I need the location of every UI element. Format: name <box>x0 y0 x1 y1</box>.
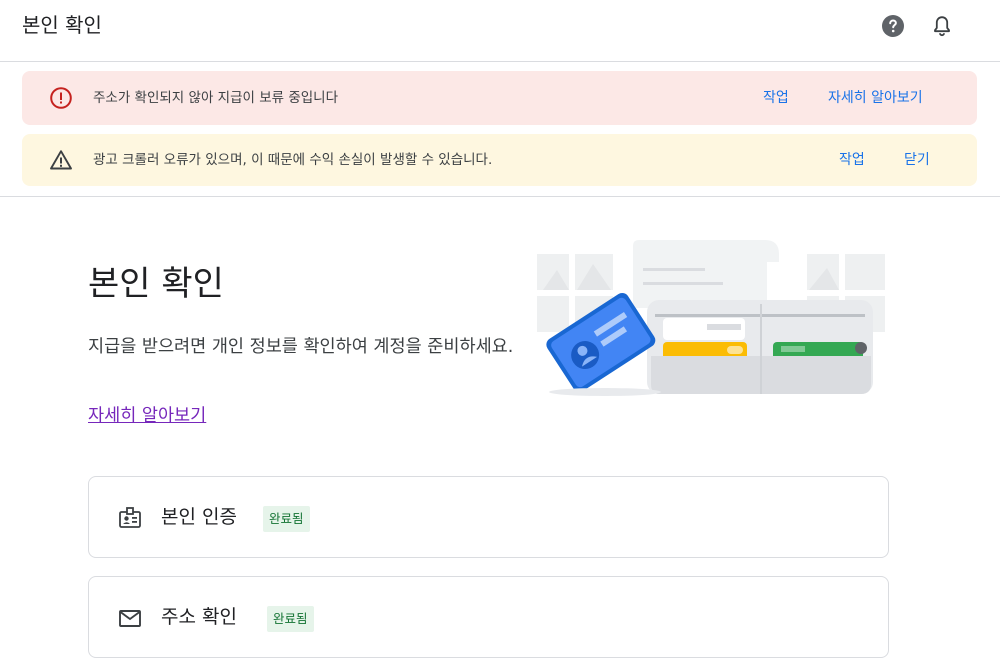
hero-description: 지급을 받으려면 개인 정보를 확인하여 계정을 준비하세요. <box>88 337 514 357</box>
step-label: 본인 인증 <box>161 506 237 528</box>
mail-icon <box>119 610 141 627</box>
hero-title: 본인 확인 <box>88 264 224 304</box>
alert-message: 주소가 확인되지 않아 지급이 보류 중입니다 <box>93 90 339 106</box>
crawler-error-alert: 광고 크롤러 오류가 있으며, 이 때문에 수익 손실이 발생할 수 있습니다.… <box>22 134 977 186</box>
alert-learn-more-link[interactable]: 자세히 알아보기 <box>828 88 923 108</box>
payment-hold-alert: 주소가 확인되지 않아 지급이 보류 중입니다 작업 자세히 알아보기 <box>22 71 977 125</box>
warning-triangle-icon <box>50 150 72 170</box>
divider <box>0 196 1000 197</box>
id-badge-icon <box>119 507 141 528</box>
notifications-button[interactable] <box>930 14 954 38</box>
error-circle-icon <box>50 87 72 109</box>
warning-message: 광고 크롤러 오류가 있으며, 이 때문에 수익 손실이 발생할 수 있습니다. <box>93 152 493 168</box>
help-circle-icon <box>882 15 904 37</box>
help-button[interactable] <box>881 14 905 38</box>
status-badge: 완료됨 <box>263 506 310 532</box>
learn-more-link[interactable]: 자세히 알아보기 <box>88 402 206 430</box>
step-label: 주소 확인 <box>161 606 237 628</box>
page-title: 본인 확인 <box>22 13 102 37</box>
warning-close-link[interactable]: 닫기 <box>904 150 930 170</box>
identity-verification-card[interactable]: 본인 인증 완료됨 <box>88 476 889 558</box>
bell-icon <box>934 16 950 37</box>
alert-action-link[interactable]: 작업 <box>763 88 789 108</box>
address-verification-card[interactable]: 주소 확인 완료됨 <box>88 576 889 658</box>
top-app-bar: 본인 확인 <box>0 0 1000 62</box>
wallet-id-card-illustration <box>537 240 885 396</box>
status-badge: 완료됨 <box>267 606 314 632</box>
warning-action-link[interactable]: 작업 <box>839 150 865 170</box>
